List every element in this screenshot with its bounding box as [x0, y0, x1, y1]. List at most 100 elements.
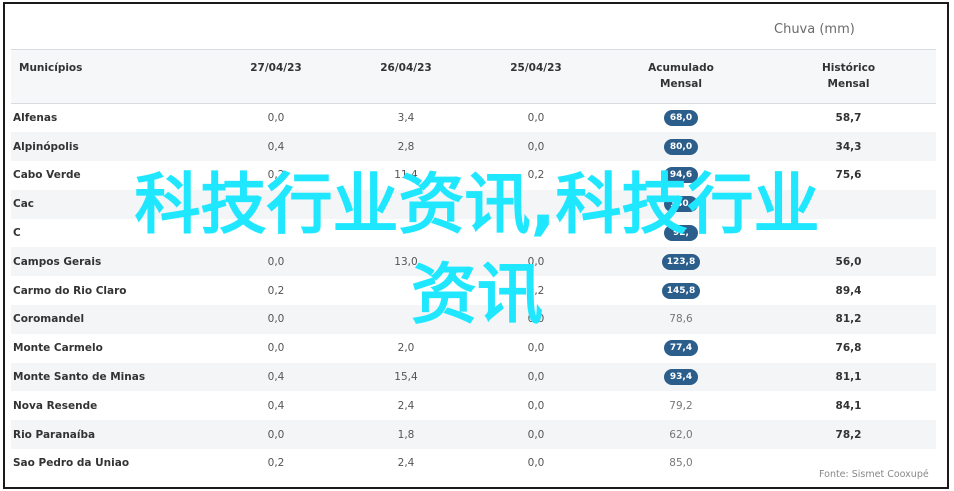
cell-d1: 0,4 — [267, 140, 285, 153]
cell-d1: 0,4 — [267, 371, 285, 384]
cell-acumulado: 145,8 — [601, 276, 761, 305]
col-header-acumulado-l2: Mensal — [660, 78, 702, 90]
col-header-d2: 26/04/23 — [380, 62, 432, 74]
cell-d3: 0,0 — [527, 371, 545, 384]
table-row: Nova Resende 0,4 2,4 0,0 79,2 84,1 — [11, 391, 936, 420]
cell-acumulado: 94,6 — [601, 161, 761, 190]
cell-historico: 84,1 — [835, 399, 862, 412]
table-row: Alfenas 0,0 3,4 0,0 68,0 58,7 — [11, 104, 936, 133]
cell-d3: 0,0 — [527, 140, 545, 153]
cell-municipio: Carmo do Rio Claro — [13, 284, 127, 297]
cell-historico: 81,2 — [835, 313, 862, 326]
col-header-d3: 25/04/23 — [510, 62, 562, 74]
cell-municipio: Alfenas — [13, 112, 58, 125]
table-row: Campos Gerais 0,0 13,0 0,0 123,8 56,0 — [11, 247, 936, 277]
cell-historico: 56,0 — [835, 255, 862, 268]
table-row: Rio Paranaíba 0,0 1,8 0,0 62,0 78,2 — [11, 420, 936, 450]
cell-d1: 0,2 — [267, 284, 285, 297]
cell-municipio: Monte Santo de Minas — [13, 371, 146, 384]
cell-d3 — [471, 190, 601, 219]
acumulado-value: 78,6 — [669, 313, 693, 326]
cell-municipio: Sao Pedro da Uniao — [13, 457, 130, 470]
cell-d1: 0,2 — [267, 169, 285, 182]
cell-acumulado: 62,0 — [601, 420, 761, 449]
acumulado-badge: 94,6 — [664, 167, 698, 184]
acumulado-badge: 77,4 — [664, 340, 698, 357]
cell-d3: 0,0 — [527, 399, 545, 412]
col-header-d1: 27/04/23 — [250, 62, 302, 74]
cell-d3: 0,0 — [527, 428, 545, 441]
cell-d1: 0,0 — [267, 255, 285, 268]
cell-d2 — [341, 219, 471, 248]
table-row: Alpinópolis 0,4 2,8 0,0 80,0 34,3 — [11, 132, 936, 162]
table-row: Cabo Verde 0,2 11,4 0,2 94,6 75,6 — [11, 161, 936, 190]
cell-acumulado: 85,0 — [601, 449, 761, 478]
cell-d3: 0,0 — [527, 255, 545, 268]
cell-municipio: Cac — [13, 198, 35, 211]
cell-historico: 81,1 — [835, 371, 862, 384]
table-row: Cac 140, — [11, 189, 936, 219]
rain-table: Municípios 27/04/23 26/04/23 25/04/23 Ac… — [11, 49, 936, 478]
cell-historico — [761, 190, 936, 219]
cell-d3: 0,0 — [527, 313, 545, 326]
cell-municipio: Alpinópolis — [13, 140, 79, 153]
cell-historico — [761, 219, 936, 248]
col-header-historico: Histórico Mensal — [761, 50, 936, 104]
cell-municipio: Coromandel — [13, 313, 85, 326]
acumulado-badge: 68,0 — [664, 110, 698, 127]
cell-d1: 0,0 — [267, 428, 285, 441]
cell-d2: 15,4 — [394, 371, 418, 384]
source-note: Fonte: Sismet Cooxupé — [819, 469, 929, 480]
cell-d2: 2,0 — [397, 342, 415, 355]
table-row: Carmo do Rio Claro 0,2 0,2 145,8 89,4 — [11, 276, 936, 305]
cell-acumulado: 92, — [601, 219, 761, 248]
acumulado-badge: 123,8 — [661, 253, 701, 270]
cell-d2: 11,4 — [394, 169, 418, 182]
cell-acumulado: 80,0 — [601, 132, 761, 161]
cell-d2 — [341, 190, 471, 219]
cell-municipio: Rio Paranaíba — [13, 428, 96, 441]
cell-acumulado: 78,6 — [601, 305, 761, 334]
cell-municipio: Monte Carmelo — [13, 342, 103, 355]
group-header-chuva: Chuva (mm) — [774, 22, 855, 37]
cell-d2 — [341, 276, 471, 305]
acumulado-badge: 140, — [664, 196, 698, 213]
cell-municipio: Campos Gerais — [13, 255, 102, 268]
cell-historico: 75,6 — [835, 169, 862, 182]
cell-d2: 3,4 — [397, 112, 415, 125]
cell-d2: 2,8 — [397, 140, 415, 153]
cell-d2: 2,4 — [397, 457, 415, 470]
cell-d1: 0,0 — [267, 112, 285, 125]
col-header-municipios: Municípios — [19, 62, 83, 74]
cell-d3: 0,0 — [527, 112, 545, 125]
table-row: C 92, — [11, 219, 936, 248]
cell-acumulado: 79,2 — [601, 391, 761, 420]
acumulado-badge: 93,4 — [664, 369, 698, 386]
col-header-acumulado: Acumulado Mensal — [601, 50, 761, 104]
cell-municipio: Nova Resende — [13, 399, 98, 412]
cell-municipio: C — [13, 227, 21, 240]
acumulado-badge: 92, — [664, 225, 698, 242]
acumulado-badge: 80,0 — [664, 138, 698, 155]
acumulado-value: 62,0 — [669, 428, 693, 441]
cell-d2: 1,8 — [397, 428, 415, 441]
cell-d3: 0,0 — [527, 457, 545, 470]
cell-d2 — [341, 305, 471, 334]
table-row: Sao Pedro da Uniao 0,2 2,4 0,0 85,0 — [11, 449, 936, 478]
acumulado-value: 85,0 — [669, 457, 693, 470]
acumulado-value: 79,2 — [669, 399, 693, 412]
cell-historico: 89,4 — [835, 284, 862, 297]
cell-d1: 0,2 — [267, 457, 285, 470]
cell-historico: 34,3 — [835, 140, 862, 153]
table-body: Alfenas 0,0 3,4 0,0 68,0 58,7 Alpinópolis 0,4 2,… — [11, 104, 936, 478]
acumulado-badge: 145,8 — [661, 282, 701, 299]
cell-acumulado: 93,4 — [601, 363, 761, 392]
cell-d1: 0,0 — [267, 342, 285, 355]
cell-d1 — [211, 190, 341, 219]
col-header-historico-l2: Mensal — [827, 78, 870, 90]
col-header-historico-l1: Histórico — [821, 62, 876, 74]
cell-acumulado: 68,0 — [601, 104, 761, 133]
cell-d1 — [211, 219, 341, 248]
table-row: Monte Santo de Minas 0,4 15,4 0,0 93,4 81,1 — [11, 362, 936, 392]
cell-historico: 58,7 — [835, 112, 862, 125]
